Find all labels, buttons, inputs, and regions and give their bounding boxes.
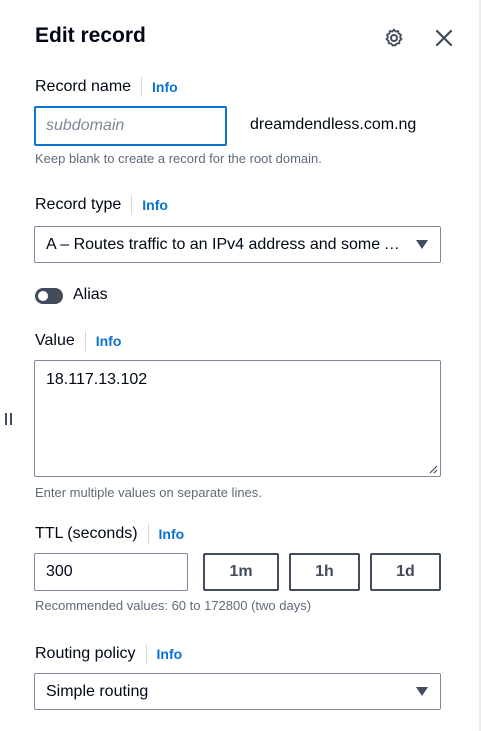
label-divider (141, 77, 143, 97)
record-name-hint: Keep blank to create a record for the ro… (35, 151, 322, 166)
alias-toggle[interactable] (35, 288, 63, 304)
label-divider (131, 195, 133, 215)
label-divider (147, 524, 149, 544)
caret-down-icon (416, 240, 428, 249)
routing-policy-select[interactable]: Simple routing (34, 673, 441, 710)
value-text: 18.117.13.102 (46, 371, 148, 388)
alias-label: Alias (73, 286, 108, 303)
ttl-label-row: TTL (seconds) Info (35, 523, 184, 545)
routing-policy-label: Routing policy (35, 645, 136, 662)
ttl-label: TTL (seconds) (35, 525, 138, 542)
value-info-link[interactable]: Info (96, 333, 122, 349)
label-divider (84, 331, 86, 351)
record-name-label-row: Record name Info (35, 76, 178, 98)
ttl-1h-button[interactable]: 1h (289, 553, 360, 591)
value-label: Value (35, 332, 75, 349)
caret-down-icon (416, 687, 428, 696)
toggle-knob (38, 291, 48, 301)
value-label-row: Value Info (35, 330, 121, 352)
panel-title: Edit record (35, 24, 146, 47)
value-hint: Enter multiple values on separate lines. (35, 485, 262, 500)
record-type-label-row: Record type Info (35, 194, 168, 216)
ttl-1m-button[interactable]: 1m (203, 553, 279, 591)
close-icon[interactable] (432, 26, 456, 50)
ttl-hint: Recommended values: 60 to 172800 (two da… (35, 598, 312, 613)
label-divider (145, 644, 147, 664)
edit-record-panel: Edit record Record name Info dreamdendle… (0, 0, 481, 731)
resize-handle-icon[interactable] (428, 464, 438, 474)
routing-policy-info-link[interactable]: Info (157, 646, 183, 662)
gear-icon[interactable] (382, 26, 406, 50)
record-type-info-link[interactable]: Info (142, 197, 168, 213)
record-type-select[interactable]: A – Routes traffic to an IPv4 address an… (34, 226, 441, 263)
routing-policy-selected: Simple routing (46, 683, 149, 700)
ttl-info-link[interactable]: Info (159, 526, 185, 542)
record-name-label: Record name (35, 78, 132, 95)
domain-suffix: dreamdendless.com.ng (250, 116, 417, 133)
ttl-input[interactable] (34, 553, 188, 591)
record-type-selected: A – Routes traffic to an IPv4 address an… (46, 236, 401, 253)
record-name-input[interactable] (34, 106, 227, 146)
value-textarea[interactable]: 18.117.13.102 (34, 360, 441, 477)
routing-policy-label-row: Routing policy Info (35, 643, 182, 665)
panel-resize-handle[interactable] (4, 411, 14, 427)
ttl-1d-button[interactable]: 1d (370, 553, 441, 591)
record-type-label: Record type (35, 196, 122, 213)
record-name-info-link[interactable]: Info (152, 79, 178, 95)
